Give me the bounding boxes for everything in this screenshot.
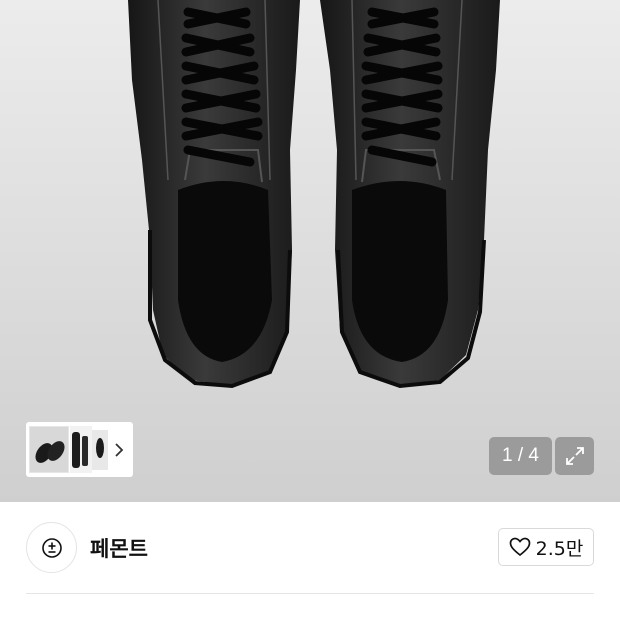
image-counter: 1 / 4 <box>489 437 552 475</box>
thumbnail-2-image <box>72 432 88 468</box>
like-count: 2.5만 <box>535 537 584 560</box>
thumbnail-2[interactable] <box>70 426 92 473</box>
thumbnail-1[interactable] <box>29 426 69 473</box>
brand-row: 페몬트 2.5만 <box>0 502 620 594</box>
brand-name[interactable]: 페몬트 <box>90 533 148 563</box>
product-image-gallery[interactable]: 1 / 4 <box>0 0 620 502</box>
plus-minus-circle-logo <box>41 537 62 558</box>
expand-image-button[interactable] <box>555 437 594 475</box>
like-button[interactable]: 2.5만 <box>498 528 594 566</box>
brand-logo[interactable] <box>26 522 77 573</box>
expand-arrows-icon <box>565 447 584 465</box>
thumbnail-3[interactable] <box>92 429 108 470</box>
thumbnail-next-button[interactable] <box>108 426 130 473</box>
thumbnail-1-image <box>35 441 65 463</box>
heart-outline-icon <box>509 537 530 557</box>
thumbnail-3-image <box>96 437 104 458</box>
chevron-right-icon <box>115 442 124 457</box>
thumbnail-strip[interactable] <box>26 422 133 477</box>
divider <box>26 593 594 594</box>
